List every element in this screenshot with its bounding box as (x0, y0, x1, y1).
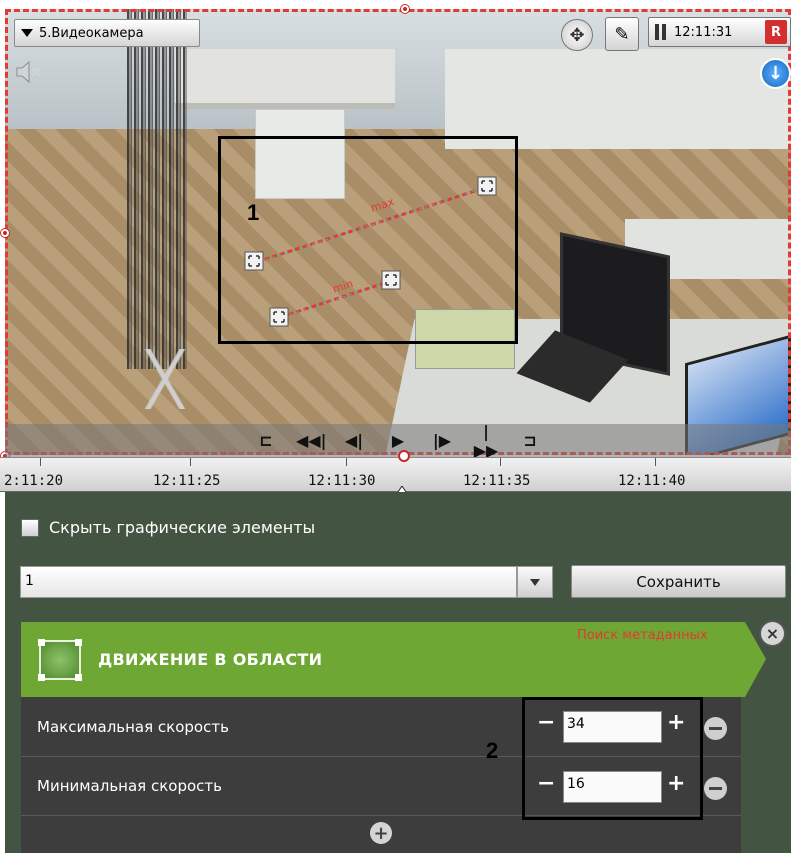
close-icon[interactable]: × (759, 620, 786, 647)
remove-param-icon[interactable] (704, 777, 727, 800)
step-forward-fast-icon[interactable]: |▶▶ (472, 422, 500, 460)
timeline-tick (655, 458, 656, 466)
zone-select[interactable]: 1 (20, 566, 553, 598)
metadata-search-link[interactable]: Поиск метаданных (577, 628, 708, 643)
go-to-end-icon[interactable]: ⊐ (516, 431, 544, 450)
zone-select-value[interactable]: 1 (20, 566, 517, 598)
callout-box-1 (218, 136, 518, 344)
param-label: Максимальная скорость (37, 718, 229, 736)
chevron-down-icon (530, 578, 540, 586)
timeline-tick-label: 12:11:40 (618, 473, 686, 489)
area-zone-icon (38, 639, 82, 681)
rule-title: ДВИЖЕНИЕ В ОБЛАСТИ (98, 650, 323, 669)
callout-number-2: 2 (486, 738, 499, 763)
step-back-icon[interactable]: ◀| (340, 431, 368, 450)
step-forward-icon[interactable]: |▶ (428, 431, 456, 450)
param-label: Минимальная скорость (37, 777, 222, 795)
zone-dropdown-button[interactable] (517, 566, 553, 598)
step-back-fast-icon[interactable]: ◀◀| (296, 431, 326, 450)
save-button[interactable]: Сохранить (571, 565, 786, 598)
frame-resize-handle[interactable] (398, 450, 410, 462)
go-to-start-icon[interactable]: ⊏ (252, 431, 280, 450)
hide-graphics-checkbox[interactable] (21, 518, 39, 537)
play-icon[interactable]: ▶ (384, 431, 412, 450)
timeline-tick-label: 2:11:20 (4, 473, 64, 489)
timeline-tick-label: 12:11:25 (153, 473, 221, 489)
timeline-tick (346, 458, 347, 466)
timeline-tick (500, 458, 501, 466)
hide-graphics-option[interactable]: Скрыть графические элементы (21, 518, 315, 537)
add-param-icon[interactable]: + (370, 822, 392, 844)
callout-box-2 (522, 697, 703, 820)
timeline-tick-label: 12:11:30 (308, 473, 376, 489)
timeline-tick (190, 458, 191, 466)
timeline[interactable]: 2:11:20 12:11:25 12:11:30 12:11:35 12:11… (0, 457, 791, 496)
timeline-tick (40, 458, 41, 466)
callout-number-1: 1 (247, 200, 260, 225)
remove-param-icon[interactable] (704, 717, 727, 740)
hide-graphics-label: Скрыть графические элементы (49, 518, 316, 537)
timeline-tick-label: 12:11:35 (463, 473, 531, 489)
